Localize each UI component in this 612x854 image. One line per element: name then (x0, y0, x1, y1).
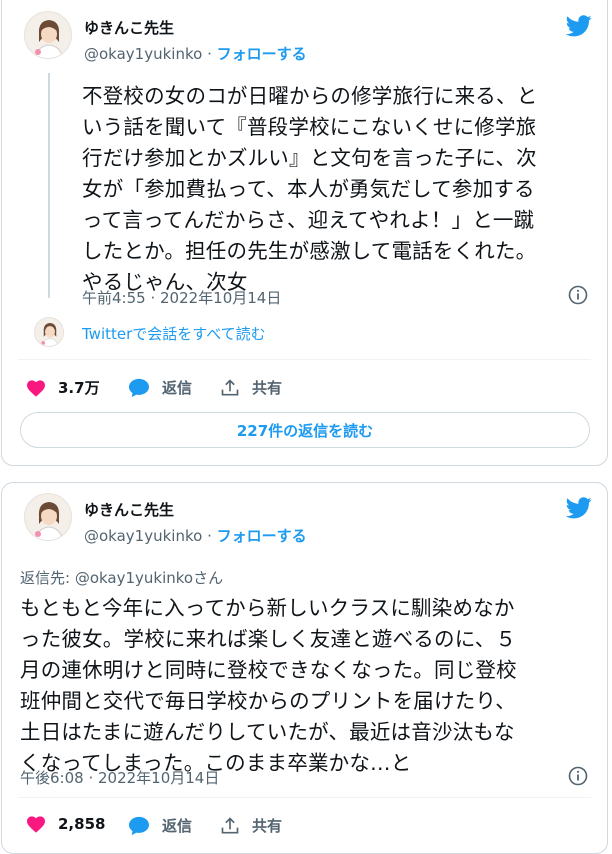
handle-separator: · (207, 527, 212, 545)
avatar-illustration-icon (25, 12, 71, 58)
tweet-timestamp[interactable]: 午前4:55 · 2022年10月14日 (82, 287, 281, 308)
reply-bubble-icon (129, 816, 149, 835)
divider (18, 797, 591, 798)
share-icon (221, 816, 239, 833)
heart-icon (27, 816, 45, 833)
tweet-body-text: もともと今年に入ってから新しいクラスに馴染めなか った彼女。学校に来れば楽しく友… (20, 596, 517, 775)
like-button[interactable]: 3.7万 (26, 377, 100, 398)
avatar-illustration-icon (35, 318, 63, 346)
reply-bubble-icon (129, 378, 149, 397)
twitter-bird-icon[interactable] (566, 15, 592, 37)
avatar-illustration-icon (25, 494, 71, 540)
author-avatar[interactable] (24, 493, 72, 541)
share-label: 共有 (252, 379, 283, 397)
reply-label: 返信 (162, 817, 193, 835)
tweet-card-1: ゆきんこ先生 @okay1yukinko · フォローする 不登校の女のコが日曜… (1, 0, 608, 466)
follow-button[interactable]: フォローする (217, 527, 307, 545)
tweet-body-text: 不登校の女のコが日曜からの修学旅行に来る、と いう話を聞いて『普段学校にこないく… (82, 84, 538, 294)
follow-button[interactable]: フォローする (217, 45, 307, 63)
tweet-card-2: ゆきんこ先生 @okay1yukinko · フォローする 返信先: @okay… (1, 482, 608, 854)
tweet-timestamp[interactable]: 午後6:08 · 2022年10月14日 (20, 767, 219, 788)
replying-to-label[interactable]: 返信先: @okay1yukinkoさん (20, 567, 223, 588)
share-button[interactable]: 共有 (220, 815, 282, 836)
like-button[interactable]: 2,858 (26, 815, 105, 833)
author-handle-row: @okay1yukinko · フォローする (84, 43, 307, 64)
thread-connector-line (48, 73, 50, 298)
read-conversation-link[interactable]: Twitterで会話をすべて読む (82, 323, 266, 344)
like-count: 2,858 (58, 815, 106, 833)
author-name[interactable]: ゆきんこ先生 (84, 17, 174, 38)
info-icon[interactable] (568, 285, 588, 305)
info-icon[interactable] (568, 766, 588, 786)
share-label: 共有 (252, 817, 283, 835)
author-handle[interactable]: @okay1yukinko (84, 45, 202, 63)
author-name[interactable]: ゆきんこ先生 (84, 499, 174, 520)
reply-button[interactable]: 返信 (128, 815, 192, 836)
twitter-bird-icon[interactable] (566, 497, 592, 519)
share-button[interactable]: 共有 (220, 377, 282, 398)
author-avatar[interactable] (24, 11, 72, 59)
handle-separator: · (207, 45, 212, 63)
conversation-avatar[interactable] (34, 317, 64, 347)
heart-icon (27, 379, 45, 397)
author-handle-row: @okay1yukinko · フォローする (84, 525, 307, 546)
author-handle[interactable]: @okay1yukinko (84, 527, 202, 545)
reply-button[interactable]: 返信 (128, 377, 192, 398)
share-icon (221, 378, 239, 395)
like-count: 3.7万 (58, 379, 100, 397)
read-replies-button[interactable]: 227件の返信を読む (20, 412, 590, 448)
divider (18, 359, 591, 360)
reply-label: 返信 (162, 379, 193, 397)
